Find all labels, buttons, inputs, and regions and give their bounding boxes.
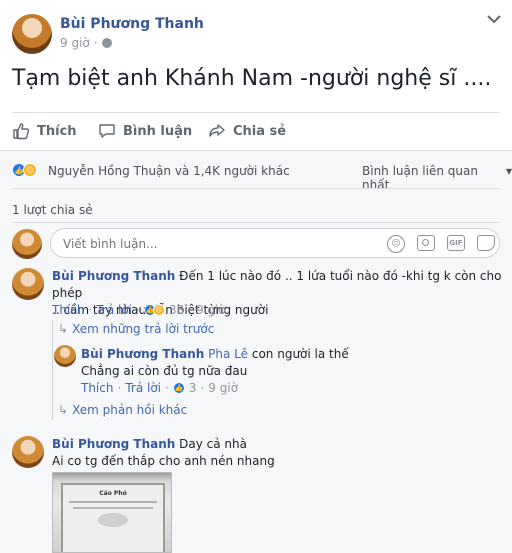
- author-avatar[interactable]: [12, 14, 52, 54]
- reply-text: con người la thế: [251, 347, 349, 361]
- reaction-summary[interactable]: Nguyễn Hồng Thuận và 1,4K người khác: [48, 164, 290, 178]
- reply-thread-line: [52, 320, 53, 420]
- dot: ·: [117, 381, 122, 395]
- dot: ·: [88, 303, 93, 317]
- comment-icon: [99, 124, 115, 138]
- caret-down-icon: ▾: [505, 164, 512, 178]
- like-button[interactable]: Thích: [12, 122, 77, 140]
- image-text-lines: [69, 501, 157, 503]
- emoji-icon[interactable]: ☺: [387, 235, 405, 253]
- comment-author[interactable]: Bùi Phương Thanh: [52, 437, 175, 451]
- reply-text-cont: Chẳng ai còn đủ tg nữa đau: [81, 364, 248, 378]
- reply-arrow-icon: ↳: [58, 322, 69, 336]
- post-text: Tạm biệt anh Khánh Nam -người nghệ sĩ ..…: [12, 66, 492, 91]
- reply-author[interactable]: Bùi Phương Thanh: [81, 347, 204, 361]
- reply-avatar[interactable]: [54, 345, 76, 367]
- image-inner-card: Cáo Phó: [61, 483, 165, 552]
- sad-reaction-icon: ☹: [152, 304, 165, 316]
- reply-reply-link[interactable]: Trả lời: [125, 381, 161, 395]
- thumbs-up-icon: [13, 123, 30, 140]
- view-previous-replies[interactable]: ↳ Xem những trả lời trước: [58, 322, 214, 336]
- comment-reaction-icons[interactable]: 👍 ☹: [143, 304, 165, 316]
- like-label: Thích: [37, 123, 77, 139]
- composer-icons: ☺ GIF: [387, 235, 495, 253]
- comment-time[interactable]: 9 giờ: [196, 303, 226, 317]
- comment-body: Bùi Phương Thanh Day cả nhà Ai co tg đến…: [52, 436, 502, 470]
- comment-avatar[interactable]: [12, 268, 44, 300]
- comment-button[interactable]: Bình luận: [98, 122, 192, 140]
- comment-actions: Thích · Trả lời · 👍 ☹ 38 · 9 giờ: [52, 303, 226, 317]
- reaction-icons[interactable]: 👍 ☹: [12, 163, 37, 177]
- like-reaction-icon[interactable]: 👍: [172, 382, 185, 394]
- comment-label: Bình luận: [123, 123, 193, 139]
- comment-author[interactable]: Bùi Phương Thanh: [52, 269, 175, 283]
- comment-text: Day cả nhà: [179, 437, 247, 451]
- post-options-button[interactable]: [484, 12, 504, 26]
- comment-reply-link[interactable]: Trả lời: [96, 303, 132, 317]
- comment-reaction-count[interactable]: 38: [169, 303, 184, 317]
- image-text-lines: [73, 507, 153, 509]
- actions-divider-top: [12, 112, 500, 113]
- reply-actions: Thích · Trả lời · 👍 3 · 9 giờ: [81, 381, 238, 395]
- globe-icon: [101, 38, 112, 48]
- image-caption: Cáo Phó: [99, 490, 127, 497]
- image-emblem: [98, 513, 128, 527]
- reply-arrow-icon: ↳: [58, 403, 69, 417]
- sad-reaction-icon: ☹: [23, 163, 37, 177]
- share-label: Chia sẻ: [233, 123, 287, 139]
- composer-avatar: [12, 229, 42, 259]
- reply-reaction-count[interactable]: 3: [189, 381, 197, 395]
- dot: ·: [188, 303, 192, 317]
- view-more-label: Xem phản hồi khác: [72, 403, 188, 417]
- post-meta: 9 giờ ·: [60, 36, 112, 50]
- sticker-icon[interactable]: [477, 235, 495, 251]
- camera-icon[interactable]: [417, 235, 435, 251]
- meta-separator: ·: [93, 36, 98, 50]
- dot: ·: [136, 303, 140, 317]
- comment-composer[interactable]: ☺ GIF: [50, 228, 500, 258]
- reactions-divider: [12, 188, 500, 189]
- reply-tag[interactable]: Pha Lê: [208, 347, 248, 361]
- view-more-replies[interactable]: ↳ Xem phản hồi khác: [58, 403, 187, 417]
- comment-avatar[interactable]: [12, 436, 44, 468]
- post-time[interactable]: 9 giờ: [60, 36, 90, 50]
- comment-like-link[interactable]: Thích: [52, 303, 84, 317]
- chevron-down-icon: [487, 15, 501, 24]
- share-count[interactable]: 1 lượt chia sẻ: [12, 203, 93, 217]
- reply-body: Bùi Phương Thanh Pha Lê con người la thế…: [81, 346, 501, 380]
- share-button[interactable]: Chia sẻ: [208, 122, 286, 140]
- share-icon: [209, 124, 225, 137]
- dot: ·: [200, 381, 205, 395]
- comment-attached-image[interactable]: Cáo Phó: [52, 472, 172, 553]
- share-divider: [12, 222, 500, 223]
- reply-time[interactable]: 9 giờ: [208, 381, 238, 395]
- gif-icon[interactable]: GIF: [447, 235, 465, 251]
- post-author[interactable]: Bùi Phương Thanh: [60, 16, 204, 32]
- reply-like-link[interactable]: Thích: [81, 381, 113, 395]
- comment-text-cont: Ai co tg đến thắp cho anh nén nhang: [52, 454, 275, 468]
- dot: ·: [165, 381, 169, 395]
- view-previous-label: Xem những trả lời trước: [72, 322, 215, 336]
- comment-input[interactable]: [63, 235, 363, 253]
